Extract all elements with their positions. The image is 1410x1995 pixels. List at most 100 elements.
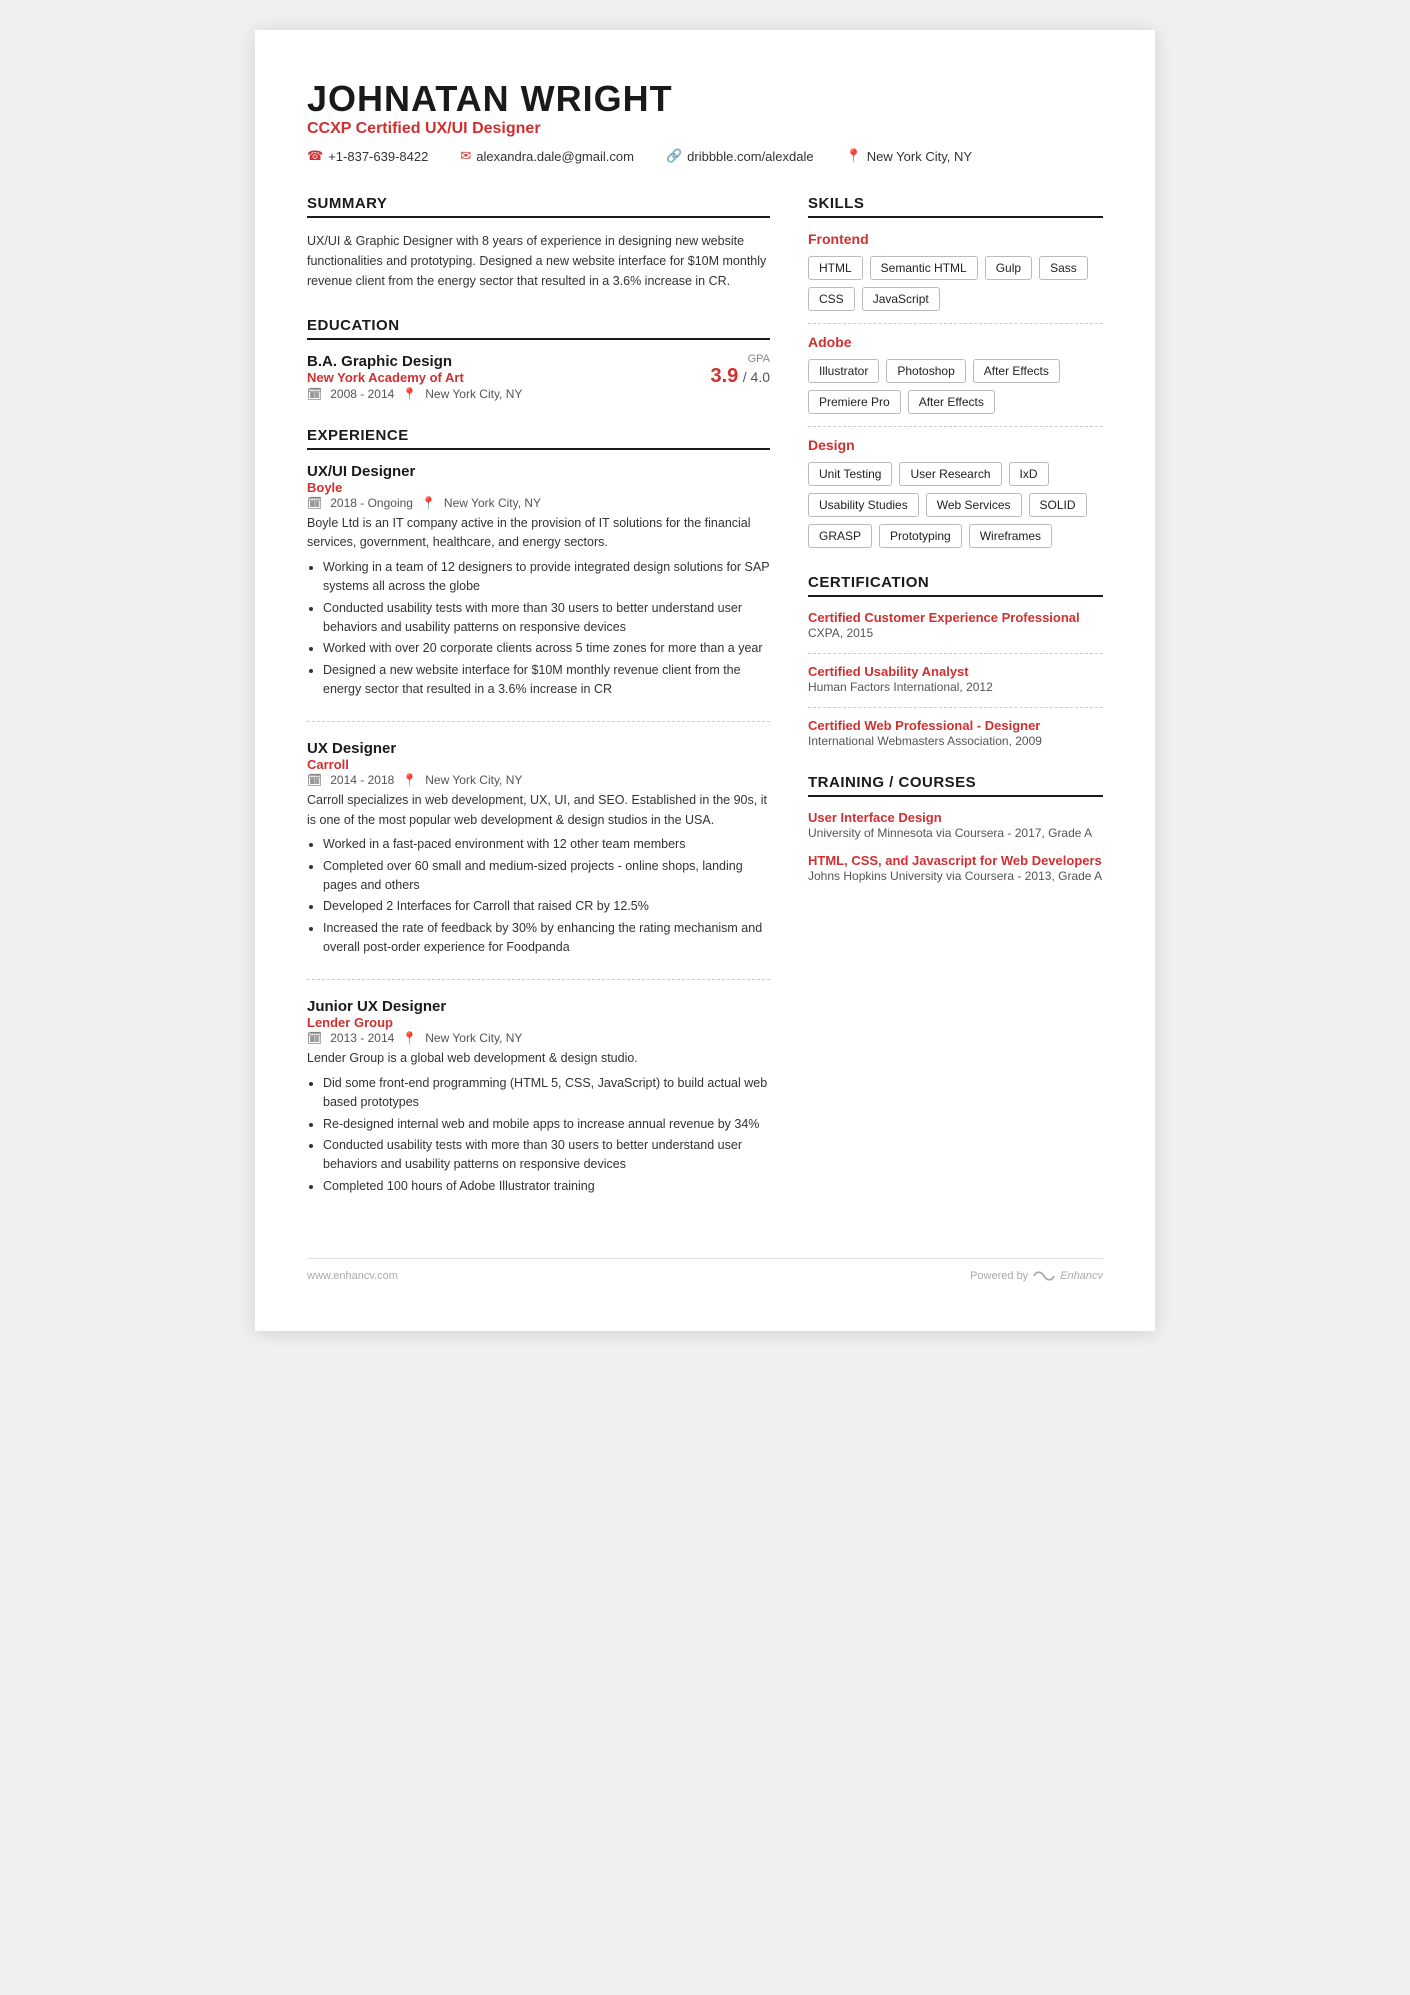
- job-2-desc: Carroll specializes in web development, …: [307, 791, 770, 830]
- skill-category-adobe: Adobe: [808, 334, 1103, 350]
- education-gpa: GPA 3.9 / 4.0: [710, 353, 770, 388]
- experience-title: EXPERIENCE: [307, 427, 770, 450]
- skill-unit-testing: Unit Testing: [808, 462, 892, 486]
- bullet-item: Did some front-end programming (HTML 5, …: [323, 1074, 770, 1113]
- cert-2: Certified Usability Analyst Human Factor…: [808, 664, 1103, 694]
- job-1-title: UX/UI Designer: [307, 463, 770, 480]
- cert-3: Certified Web Professional - Designer In…: [808, 718, 1103, 748]
- training-1-name: User Interface Design: [808, 810, 1103, 825]
- cal-icon-2: 🗓: [307, 773, 322, 787]
- edu-location: New York City, NY: [425, 387, 522, 401]
- phone-value: +1-837-639-8422: [328, 149, 428, 164]
- bullet-item: Developed 2 Interfaces for Carroll that …: [323, 897, 770, 916]
- training-2: HTML, CSS, and Javascript for Web Develo…: [808, 853, 1103, 883]
- job-1-bullets: Working in a team of 12 designers to pro…: [307, 558, 770, 700]
- skill-photoshop: Photoshop: [886, 359, 965, 383]
- footer-powered: Powered by Enhancv: [970, 1269, 1103, 1283]
- job-3-years: 2013 - 2014: [330, 1031, 394, 1045]
- job-3-desc: Lender Group is a global web development…: [307, 1049, 770, 1068]
- skill-html: HTML: [808, 256, 863, 280]
- footer-website: www.enhancv.com: [307, 1270, 398, 1282]
- training-2-detail: Johns Hopkins University via Coursera - …: [808, 869, 1103, 883]
- training-2-name: HTML, CSS, and Javascript for Web Develo…: [808, 853, 1103, 868]
- exp-divider-1: [307, 721, 770, 722]
- certification-section: CERTIFICATION Certified Customer Experie…: [808, 574, 1103, 748]
- edu-meta: 🗓 2008 - 2014 📍 New York City, NY: [307, 387, 710, 401]
- cert-3-detail: International Webmasters Association, 20…: [808, 734, 1103, 748]
- job-1-years: 2018 - Ongoing: [330, 496, 413, 510]
- candidate-title: CCXP Certified UX/UI Designer: [307, 120, 1103, 138]
- brand-name: Enhancv: [1060, 1270, 1103, 1282]
- skill-ixd: IxD: [1009, 462, 1049, 486]
- exp-divider-2: [307, 979, 770, 980]
- pin-icon-3: 📍: [402, 1031, 417, 1045]
- job-1: UX/UI Designer Boyle 🗓 2018 - Ongoing 📍 …: [307, 463, 770, 699]
- training-section: TRAINING / COURSES User Interface Design…: [808, 774, 1103, 883]
- cert-1: Certified Customer Experience Profession…: [808, 610, 1103, 640]
- skill-divider-1: [808, 323, 1103, 324]
- left-column: SUMMARY UX/UI & Graphic Designer with 8 …: [307, 195, 770, 1222]
- job-2-meta: 🗓 2014 - 2018 📍 New York City, NY: [307, 773, 770, 787]
- cert-3-name: Certified Web Professional - Designer: [808, 718, 1103, 733]
- email-value: alexandra.dale@gmail.com: [476, 149, 634, 164]
- summary-text: UX/UI & Graphic Designer with 8 years of…: [307, 231, 770, 291]
- cert-2-name: Certified Usability Analyst: [808, 664, 1103, 679]
- skill-after-effects: After Effects: [973, 359, 1060, 383]
- job-1-meta: 🗓 2018 - Ongoing 📍 New York City, NY: [307, 496, 770, 510]
- bullet-item: Conducted usability tests with more than…: [323, 1136, 770, 1175]
- job-1-desc: Boyle Ltd is an IT company active in the…: [307, 514, 770, 553]
- edu-school: New York Academy of Art: [307, 370, 710, 385]
- skill-prototyping: Prototyping: [879, 524, 962, 548]
- training-title: TRAINING / COURSES: [808, 774, 1103, 797]
- skill-solid: SOLID: [1029, 493, 1087, 517]
- skill-gulp: Gulp: [985, 256, 1032, 280]
- footer: www.enhancv.com Powered by Enhancv: [307, 1258, 1103, 1283]
- skills-section: SKILLS Frontend HTML Semantic HTML Gulp …: [808, 195, 1103, 548]
- skill-semantic-html: Semantic HTML: [870, 256, 978, 280]
- job-1-company: Boyle: [307, 480, 770, 495]
- enhancv-logo-icon: [1033, 1269, 1055, 1283]
- training-1: User Interface Design University of Minn…: [808, 810, 1103, 840]
- job-3-title: Junior UX Designer: [307, 998, 770, 1015]
- main-layout: SUMMARY UX/UI & Graphic Designer with 8 …: [307, 195, 1103, 1222]
- education-title: EDUCATION: [307, 317, 770, 340]
- web-icon: 🔗: [666, 148, 682, 164]
- job-3: Junior UX Designer Lender Group 🗓 2013 -…: [307, 998, 770, 1196]
- skill-sass: Sass: [1039, 256, 1088, 280]
- edu-degree: B.A. Graphic Design: [307, 353, 710, 370]
- summary-section: SUMMARY UX/UI & Graphic Designer with 8 …: [307, 195, 770, 291]
- gpa-max: / 4.0: [743, 369, 770, 385]
- pin-icon-2: 📍: [402, 773, 417, 787]
- phone-icon: ☎: [307, 148, 323, 164]
- skill-user-research: User Research: [899, 462, 1001, 486]
- job-2-company: Carroll: [307, 757, 770, 772]
- skill-css: CSS: [808, 287, 855, 311]
- cal-icon-1: 🗓: [307, 496, 322, 510]
- skill-javascript: JavaScript: [862, 287, 940, 311]
- job-2-title: UX Designer: [307, 740, 770, 757]
- education-main: B.A. Graphic Design New York Academy of …: [307, 353, 710, 401]
- skill-wireframes: Wireframes: [969, 524, 1052, 548]
- gpa-label: GPA: [710, 353, 770, 365]
- resume-page: JOHNATAN WRIGHT CCXP Certified UX/UI Des…: [255, 30, 1155, 1331]
- adobe-tags: Illustrator Photoshop After Effects Prem…: [808, 359, 1103, 414]
- skill-divider-2: [808, 426, 1103, 427]
- pin-icon: 📍: [402, 387, 417, 401]
- job-2-location: New York City, NY: [425, 773, 522, 787]
- job-2-years: 2014 - 2018: [330, 773, 394, 787]
- training-1-detail: University of Minnesota via Coursera - 2…: [808, 826, 1103, 840]
- experience-section: EXPERIENCE UX/UI Designer Boyle 🗓 2018 -…: [307, 427, 770, 1196]
- certification-title: CERTIFICATION: [808, 574, 1103, 597]
- design-tags: Unit Testing User Research IxD Usability…: [808, 462, 1103, 548]
- bullet-item: Completed over 60 small and medium-sized…: [323, 857, 770, 896]
- right-column: SKILLS Frontend HTML Semantic HTML Gulp …: [808, 195, 1103, 1222]
- job-1-location: New York City, NY: [444, 496, 541, 510]
- location-contact: 📍 New York City, NY: [846, 148, 972, 164]
- summary-title: SUMMARY: [307, 195, 770, 218]
- contact-info: ☎ +1-837-639-8422 ✉ alexandra.dale@gmail…: [307, 148, 1103, 167]
- pin-icon-1: 📍: [421, 496, 436, 510]
- skill-grasp: GRASP: [808, 524, 872, 548]
- gpa-value: 3.9: [710, 365, 738, 387]
- edu-years: 2008 - 2014: [330, 387, 394, 401]
- job-3-location: New York City, NY: [425, 1031, 522, 1045]
